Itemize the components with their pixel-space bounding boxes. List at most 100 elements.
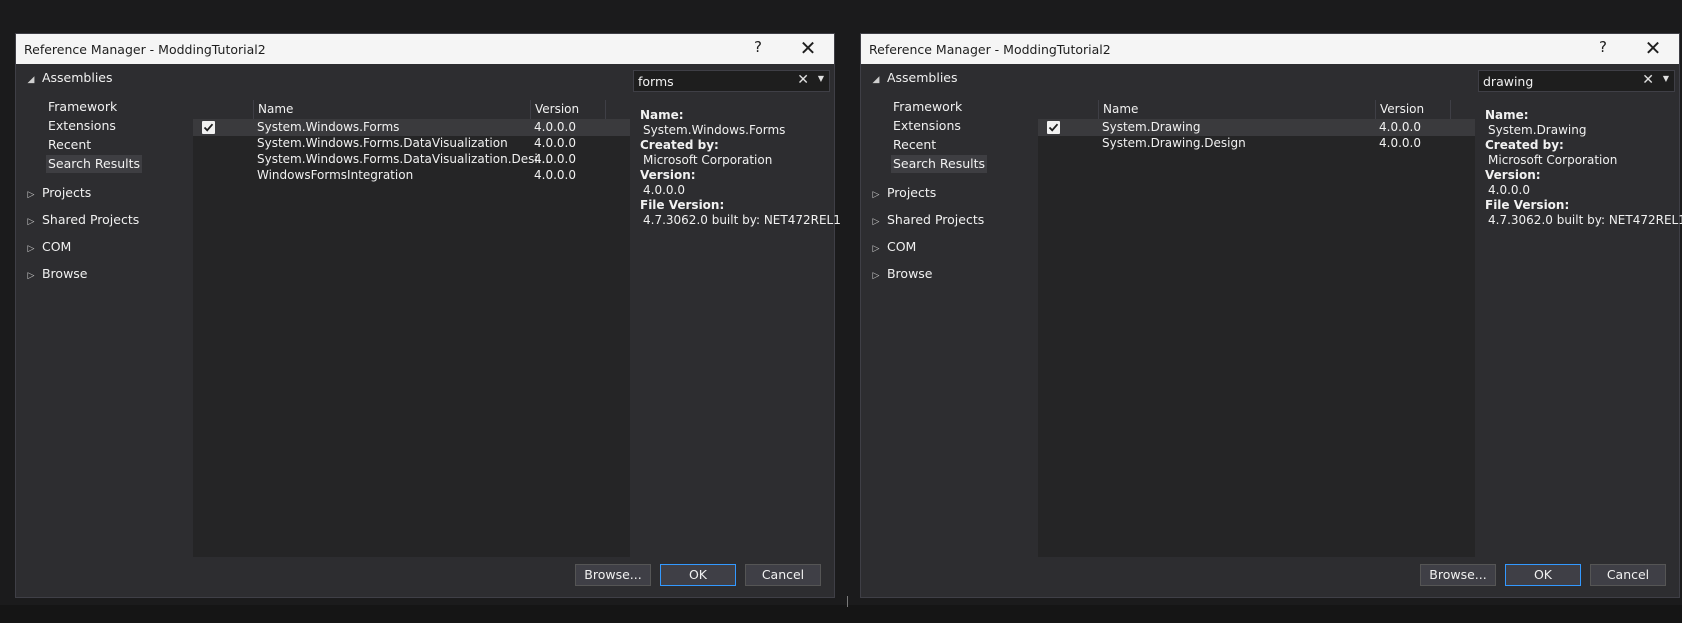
nav-item-search-results[interactable]: Search Results xyxy=(46,155,143,173)
expanded-triangle-icon: ◢ xyxy=(27,75,35,85)
details-version-value: 4.0.0.0 xyxy=(1488,183,1530,197)
title-bar: Reference Manager - ModdingTutorial2 ? ✕ xyxy=(16,34,834,64)
dialog-title: Reference Manager - ModdingTutorial2 xyxy=(24,42,266,57)
list-row[interactable]: System.Windows.Forms.DataVisualization 4… xyxy=(193,135,630,152)
dialog-content: ◢ Assemblies Framework Extensions Recent… xyxy=(16,64,841,597)
details-name-label: Name: xyxy=(640,108,684,122)
assembly-list: Name Version System.Drawing 4.0.0.0 Syst… xyxy=(1038,100,1475,557)
tree-node-assemblies[interactable]: ◢ Assemblies xyxy=(869,69,958,87)
nav-item-search-results[interactable]: Search Results xyxy=(891,155,988,173)
tree-node-shared-projects[interactable]: ▷ Shared Projects xyxy=(24,211,140,229)
dialog-content: ◢ Assemblies Framework Extensions Recent… xyxy=(861,64,1682,597)
collapsed-triangle-icon: ▷ xyxy=(872,244,880,254)
assembly-name: System.Windows.Forms xyxy=(257,120,400,134)
details-name-label: Name: xyxy=(1485,108,1529,122)
clear-search-icon[interactable]: ✕ xyxy=(1642,72,1654,88)
tree-node-label: Shared Projects xyxy=(886,212,985,227)
details-pane: Name: System.Windows.Forms Created by: M… xyxy=(633,100,841,557)
details-name-value: System.Drawing xyxy=(1488,123,1587,137)
tree-node-label: Shared Projects xyxy=(41,212,140,227)
help-button[interactable]: ? xyxy=(1593,38,1613,56)
list-row[interactable]: System.Windows.Forms.DataVisualization.D… xyxy=(193,151,630,168)
collapsed-triangle-icon: ▷ xyxy=(27,271,35,281)
tree-node-projects[interactable]: ▷ Projects xyxy=(24,184,92,202)
tree-node-label: Projects xyxy=(886,185,937,200)
list-header: Name Version xyxy=(193,100,630,119)
tree-node-label: Assemblies xyxy=(886,70,958,85)
details-file-version-value: 4.7.3062.0 built by: NET472REL1 xyxy=(1488,213,1682,227)
collapsed-triangle-icon: ▷ xyxy=(872,271,880,281)
reference-manager-dialog: Reference Manager - ModdingTutorial2 ? ✕… xyxy=(860,33,1682,598)
list-row[interactable]: System.Windows.Forms 4.0.0.0 xyxy=(193,119,630,136)
tree-node-projects[interactable]: ▷ Projects xyxy=(869,184,937,202)
close-icon[interactable]: ✕ xyxy=(1641,36,1665,60)
details-created-label: Created by: xyxy=(640,138,719,152)
assembly-name: System.Drawing xyxy=(1102,120,1201,134)
nav-item-extensions[interactable]: Extensions xyxy=(46,117,118,135)
tree-node-browse[interactable]: ▷ Browse xyxy=(869,265,933,283)
category-tree: ◢ Assemblies Framework Extensions Recent… xyxy=(16,64,192,557)
ok-button[interactable]: OK xyxy=(1505,564,1581,586)
checkmark-icon xyxy=(203,123,214,132)
collapsed-triangle-icon: ▷ xyxy=(872,190,880,200)
details-created-value: Microsoft Corporation xyxy=(643,153,773,167)
nav-item-framework[interactable]: Framework xyxy=(46,98,119,116)
tree-node-label: Projects xyxy=(41,185,92,200)
assembly-name: WindowsFormsIntegration xyxy=(257,168,414,182)
column-header-version[interactable]: Version xyxy=(1375,100,1450,119)
assembly-name: System.Windows.Forms.DataVisualization.D… xyxy=(257,152,550,166)
details-file-version-label: File Version: xyxy=(1485,198,1570,212)
cancel-button[interactable]: Cancel xyxy=(745,564,821,586)
assembly-version: 4.0.0.0 xyxy=(1379,136,1421,150)
search-options-dropdown-icon[interactable]: ▼ xyxy=(818,74,824,83)
expanded-triangle-icon: ◢ xyxy=(872,75,880,85)
reference-manager-dialog: Reference Manager - ModdingTutorial2 ? ✕… xyxy=(15,33,841,598)
nav-item-extensions[interactable]: Extensions xyxy=(891,117,963,135)
search-options-dropdown-icon[interactable]: ▼ xyxy=(1663,74,1669,83)
column-header-version[interactable]: Version xyxy=(530,100,605,119)
clear-search-icon[interactable]: ✕ xyxy=(797,72,809,88)
reference-checkbox[interactable] xyxy=(1047,121,1060,134)
list-header: Name Version xyxy=(1038,100,1475,119)
details-version-value: 4.0.0.0 xyxy=(643,183,685,197)
search-input[interactable] xyxy=(1483,73,1633,89)
list-row[interactable]: System.Drawing.Design 4.0.0.0 xyxy=(1038,135,1475,152)
cancel-button[interactable]: Cancel xyxy=(1590,564,1666,586)
tree-node-com[interactable]: ▷ COM xyxy=(24,238,72,256)
browse-button[interactable]: Browse... xyxy=(1420,564,1496,586)
ok-button[interactable]: OK xyxy=(660,564,736,586)
search-input[interactable] xyxy=(638,73,788,89)
search-box[interactable]: ✕ ▼ xyxy=(1478,70,1675,92)
assembly-version: 4.0.0.0 xyxy=(534,136,576,150)
tree-node-browse[interactable]: ▷ Browse xyxy=(24,265,88,283)
list-row[interactable]: WindowsFormsIntegration 4.0.0.0 xyxy=(193,167,630,184)
taskbar-strip xyxy=(0,605,1682,623)
reference-checkbox[interactable] xyxy=(202,121,215,134)
details-pane: Name: System.Drawing Created by: Microso… xyxy=(1478,100,1682,557)
collapsed-triangle-icon: ▷ xyxy=(27,190,35,200)
assembly-name: System.Drawing.Design xyxy=(1102,136,1246,150)
collapsed-triangle-icon: ▷ xyxy=(872,217,880,227)
nav-item-recent[interactable]: Recent xyxy=(891,136,938,154)
list-row[interactable]: System.Drawing 4.0.0.0 xyxy=(1038,119,1475,136)
details-created-label: Created by: xyxy=(1485,138,1564,152)
column-header-name[interactable]: Name xyxy=(1098,100,1379,119)
tree-node-label: Browse xyxy=(41,266,88,281)
close-icon[interactable]: ✕ xyxy=(796,36,820,60)
assembly-version: 4.0.0.0 xyxy=(534,168,576,182)
assembly-version: 4.0.0.0 xyxy=(534,152,576,166)
tree-node-shared-projects[interactable]: ▷ Shared Projects xyxy=(869,211,985,229)
assembly-version: 4.0.0.0 xyxy=(534,120,576,134)
details-file-version-value: 4.7.3062.0 built by: NET472REL1 xyxy=(643,213,841,227)
tree-node-assemblies[interactable]: ◢ Assemblies xyxy=(24,69,113,87)
search-box[interactable]: ✕ ▼ xyxy=(633,70,830,92)
browse-button[interactable]: Browse... xyxy=(575,564,651,586)
nav-item-recent[interactable]: Recent xyxy=(46,136,93,154)
dialog-title: Reference Manager - ModdingTutorial2 xyxy=(869,42,1111,57)
tree-node-com[interactable]: ▷ COM xyxy=(869,238,917,256)
help-button[interactable]: ? xyxy=(748,38,768,56)
nav-item-framework[interactable]: Framework xyxy=(891,98,964,116)
column-header-filler xyxy=(605,100,630,119)
column-header-name[interactable]: Name xyxy=(253,100,534,119)
details-name-value: System.Windows.Forms xyxy=(643,123,786,137)
